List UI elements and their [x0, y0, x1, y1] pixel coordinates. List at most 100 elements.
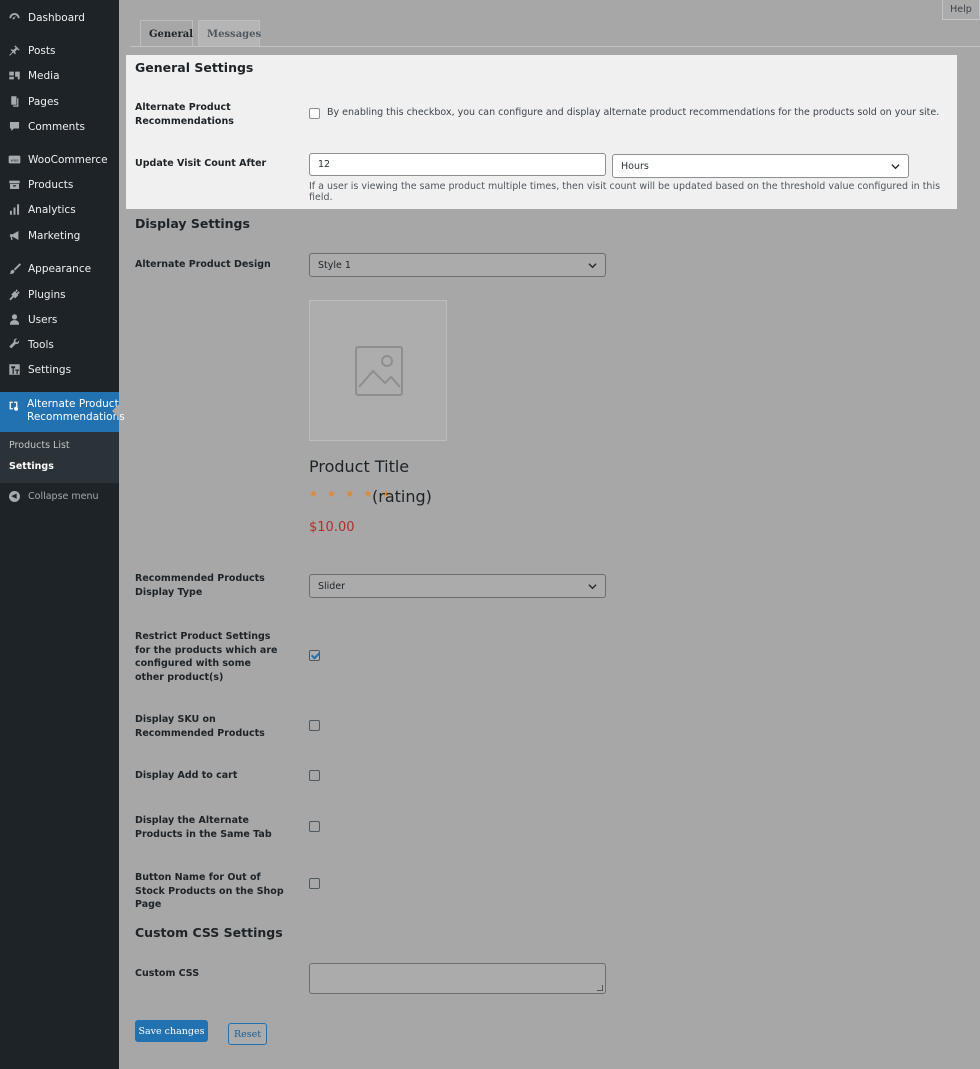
- resize-grip-icon[interactable]: [597, 985, 603, 991]
- sidebar-item-posts[interactable]: Posts: [0, 38, 119, 63]
- sidebar-item-comments[interactable]: Comments: [0, 114, 119, 139]
- megaphone-icon: [7, 229, 21, 243]
- alternate-recommendations-description: By enabling this checkbox, you can confi…: [327, 107, 940, 118]
- sidebar-item-tools[interactable]: Tools: [0, 332, 119, 357]
- alternate-design-value: Style 1: [318, 259, 351, 271]
- display-type-select[interactable]: Slider: [309, 574, 606, 598]
- alternate-recommendations-label: Alternate Product Recommendations: [135, 102, 234, 127]
- submenu-item-settings[interactable]: Settings: [9, 461, 54, 472]
- woocommerce-icon: woo: [7, 153, 21, 167]
- general-settings-title: General Settings: [135, 60, 254, 75]
- sidebar-item-plugins[interactable]: Plugins: [0, 282, 119, 307]
- collapse-icon: ◀: [7, 489, 21, 503]
- visit-count-unit-select[interactable]: Hours: [612, 154, 909, 178]
- tab-divider: [130, 46, 980, 47]
- wrench-icon: [7, 338, 21, 352]
- chevron-down-icon: [588, 582, 597, 591]
- display-sku-label: Display SKU on Recommended Products: [135, 714, 265, 739]
- alternate-design-select[interactable]: Style 1: [309, 253, 606, 277]
- restrict-settings-label: Restrict Product Settings for the produc…: [135, 631, 278, 683]
- display-settings-title: Display Settings: [135, 216, 250, 231]
- sidebar-item-label-line1: Alternate Product: [27, 398, 119, 410]
- submenu: Products List Settings: [0, 432, 119, 483]
- same-tab-checkbox[interactable]: [309, 821, 320, 832]
- display-type-value: Slider: [318, 580, 346, 592]
- settings-icon: [7, 363, 21, 377]
- sidebar-item-label-line2: Recommendations: [27, 411, 125, 423]
- sidebar-item-appearance[interactable]: Appearance: [0, 256, 119, 281]
- comment-icon: [7, 120, 21, 134]
- sidebar-item-label: Analytics: [28, 203, 76, 216]
- sidebar-item-label: Comments: [28, 120, 85, 133]
- visit-count-description: If a user is viewing the same product mu…: [309, 181, 941, 203]
- visit-count-label: Update Visit Count After: [135, 158, 267, 169]
- alternate-recommendations-checkbox[interactable]: [309, 108, 320, 119]
- sidebar-item-alternate-product-recommendations[interactable]: Alternate Product Recommendations: [0, 392, 125, 432]
- admin-sidebar: Dashboard Posts Media Pages Comments woo…: [0, 0, 125, 1069]
- display-add-to-cart-checkbox[interactable]: [309, 770, 320, 781]
- sidebar-item-settings[interactable]: Settings: [0, 357, 119, 382]
- image-placeholder-icon: [355, 346, 403, 396]
- general-settings-panel: General Settings Alternate Product Recom…: [126, 55, 957, 209]
- same-tab-label: Display the Alternate Products in the Sa…: [135, 815, 272, 840]
- archive-icon: [7, 178, 21, 192]
- submenu-item-products-list[interactable]: Products List: [9, 440, 70, 451]
- sidebar-item-users[interactable]: Users: [0, 307, 119, 332]
- sidebar-item-label: Tools: [28, 338, 54, 351]
- preview-rating-text: (rating): [372, 487, 432, 506]
- sidebar-item-media[interactable]: Media: [0, 63, 119, 88]
- sidebar-item-label: WooCommerce: [28, 153, 108, 166]
- media-icon: [7, 69, 21, 83]
- sidebar-item-analytics[interactable]: Analytics: [0, 197, 119, 222]
- custom-css-label: Custom CSS: [135, 968, 200, 979]
- sidebar-item-products[interactable]: Products: [0, 172, 119, 197]
- sidebar-item-label: Marketing: [28, 229, 81, 242]
- visit-count-unit-value: Hours: [621, 160, 649, 172]
- sidebar-item-label: Products: [28, 178, 74, 191]
- active-menu-arrow: [112, 404, 119, 418]
- restrict-settings-checkbox[interactable]: [309, 650, 320, 661]
- collapse-menu-button[interactable]: ◀ Collapse menu: [0, 486, 119, 506]
- sidebar-item-pages[interactable]: Pages: [0, 89, 119, 114]
- brush-icon: [7, 262, 21, 276]
- tab-messages[interactable]: Messages: [198, 20, 261, 47]
- bar-chart-icon: [7, 203, 21, 217]
- collapse-menu-label: Collapse menu: [28, 490, 99, 502]
- alternate-design-label: Alternate Product Design: [135, 259, 271, 270]
- display-sku-checkbox[interactable]: [309, 720, 320, 731]
- tab-general[interactable]: General: [140, 20, 193, 47]
- svg-text:woo: woo: [10, 157, 19, 162]
- plug-icon: [7, 288, 21, 302]
- custom-css-title: Custom CSS Settings: [135, 925, 283, 940]
- sidebar-item-dashboard[interactable]: Dashboard: [0, 5, 119, 30]
- chevron-down-icon: [891, 162, 900, 171]
- sidebar-item-label: Plugins: [28, 288, 66, 301]
- display-add-to-cart-label: Display Add to cart: [135, 770, 238, 781]
- reset-button[interactable]: Reset: [228, 1023, 267, 1045]
- sidebar-item-label: Users: [28, 313, 58, 326]
- save-changes-button[interactable]: Save changes: [135, 1020, 208, 1042]
- pin-icon: [7, 44, 21, 58]
- chevron-down-icon: [588, 261, 597, 270]
- dashboard-icon: [7, 11, 21, 25]
- preview-price: $10.00: [309, 520, 355, 535]
- custom-css-textarea[interactable]: [309, 963, 606, 994]
- recommendations-icon: [7, 398, 20, 412]
- product-preview-image: [309, 300, 447, 441]
- sidebar-item-label: Media: [28, 69, 60, 82]
- sidebar-item-label: Pages: [28, 95, 59, 108]
- user-icon: [7, 313, 21, 327]
- display-type-label: Recommended Products Display Type: [135, 573, 265, 598]
- out-of-stock-label: Button Name for Out of Stock Products on…: [135, 872, 284, 910]
- sidebar-item-label: Posts: [28, 44, 56, 57]
- help-tab[interactable]: Help: [942, 0, 980, 20]
- pages-icon: [7, 95, 21, 109]
- sidebar-item-label: Appearance: [28, 262, 92, 275]
- sidebar-item-woocommerce[interactable]: woo WooCommerce: [0, 147, 119, 172]
- preview-product-title: Product Title: [309, 457, 410, 476]
- sidebar-item-label: Dashboard: [28, 11, 85, 24]
- sidebar-item-label: Settings: [28, 363, 72, 376]
- sidebar-item-marketing[interactable]: Marketing: [0, 223, 119, 248]
- visit-count-input[interactable]: 12: [309, 153, 606, 176]
- out-of-stock-checkbox[interactable]: [309, 878, 320, 889]
